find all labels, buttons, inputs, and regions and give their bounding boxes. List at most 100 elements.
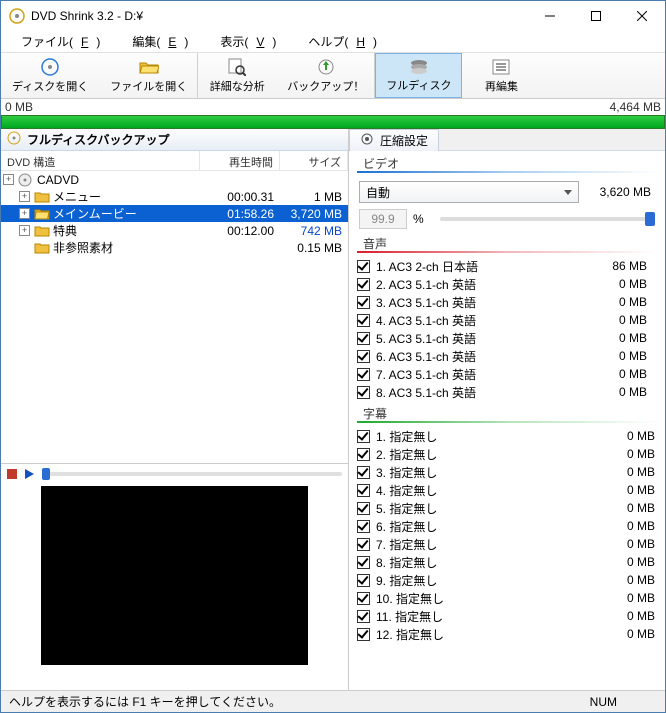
checkbox[interactable] (357, 610, 370, 623)
checkbox[interactable] (357, 502, 370, 515)
item-label: 2. 指定無し (376, 446, 595, 463)
list-item[interactable]: 2. 指定無し0 MB (357, 445, 665, 463)
expand-icon[interactable]: + (19, 191, 30, 202)
item-label: 4. 指定無し (376, 482, 595, 499)
expand-icon[interactable]: + (19, 208, 30, 219)
size-left: 0 MB (5, 100, 33, 114)
list-item[interactable]: 12. 指定無し0 MB (357, 625, 665, 643)
open-disc-button[interactable]: ディスクを開く (1, 53, 99, 98)
item-size: 0 MB (587, 367, 647, 381)
close-button[interactable] (619, 1, 665, 31)
toolbar: ディスクを開く ファイルを開く 詳細な分析 バックアップ！ フルディスク 再編集 (1, 53, 665, 99)
list-item[interactable]: 2. AC3 5.1-ch 英語0 MB (357, 275, 657, 293)
titlebar[interactable]: DVD Shrink 3.2 - D:¥ (1, 1, 665, 31)
dvd-tree[interactable]: +CADVD+メニュー00:00.311 MB+メインムービー01:58.263… (1, 171, 348, 463)
list-item[interactable]: 7. AC3 5.1-ch 英語0 MB (357, 365, 657, 383)
menu-view[interactable]: 表示(V) (204, 31, 292, 52)
play-button[interactable] (25, 469, 34, 479)
checkbox[interactable] (357, 368, 370, 381)
list-item[interactable]: 1. 指定無し0 MB (357, 427, 665, 445)
backup-button[interactable]: バックアップ！ (276, 53, 375, 98)
video-mode-combo[interactable]: 自動 (359, 181, 579, 203)
checkbox[interactable] (357, 386, 370, 399)
menu-help[interactable]: ヘルプ(H) (292, 31, 393, 52)
tree-row[interactable]: +メニュー00:00.311 MB (1, 188, 348, 205)
maximize-button[interactable] (573, 1, 619, 31)
checkbox[interactable] (357, 260, 370, 273)
item-size: 0 MB (595, 501, 655, 515)
list-item[interactable]: 4. 指定無し0 MB (357, 481, 665, 499)
item-size: 0 MB (595, 447, 655, 461)
col-duration[interactable]: 再生時間 (200, 151, 280, 170)
disc-icon (41, 58, 59, 76)
list-item[interactable]: 1. AC3 2-ch 日本語86 MB (357, 257, 657, 275)
checkbox[interactable] (357, 538, 370, 551)
tree-row[interactable]: +メインムービー01:58.263,720 MB (1, 205, 348, 222)
tab-label: 圧縮設定 (380, 132, 428, 149)
tree-row[interactable]: 非参照素材0.15 MB (1, 239, 348, 256)
checkbox[interactable] (357, 574, 370, 587)
expand-icon[interactable]: + (3, 174, 14, 185)
list-item[interactable]: 4. AC3 5.1-ch 英語0 MB (357, 311, 657, 329)
list-item[interactable]: 7. 指定無し0 MB (357, 535, 665, 553)
checkbox[interactable] (357, 466, 370, 479)
menu-file[interactable]: ファイル(F) (5, 31, 116, 52)
minimize-button[interactable] (527, 1, 573, 31)
item-label: 6. 指定無し (376, 518, 595, 535)
left-pane-title: フルディスクバックアップ (27, 131, 170, 148)
list-item[interactable]: 3. 指定無し0 MB (357, 463, 665, 481)
tree-duration: 00:00.31 (200, 190, 280, 204)
checkbox[interactable] (357, 556, 370, 569)
checkbox[interactable] (357, 296, 370, 309)
slider-handle[interactable] (42, 468, 50, 480)
list-item[interactable]: 8. AC3 5.1-ch 英語0 MB (357, 383, 657, 401)
list-item[interactable]: 10. 指定無し0 MB (357, 589, 665, 607)
checkbox[interactable] (357, 448, 370, 461)
item-size: 0 MB (595, 483, 655, 497)
list-item[interactable]: 11. 指定無し0 MB (357, 607, 665, 625)
checkbox[interactable] (357, 484, 370, 497)
col-structure[interactable]: DVD 構造 (1, 151, 200, 170)
status-message: ヘルプを表示するには F1 キーを押してください。 (9, 693, 281, 710)
video-size: 3,620 MB (600, 185, 655, 199)
checkbox[interactable] (357, 520, 370, 533)
tree-label: メニュー (53, 188, 101, 205)
item-label: 5. 指定無し (376, 500, 595, 517)
checkbox[interactable] (357, 350, 370, 363)
item-label: 10. 指定無し (376, 590, 595, 607)
slider-handle[interactable] (645, 212, 655, 226)
item-size: 0 MB (587, 277, 647, 291)
list-item[interactable]: 3. AC3 5.1-ch 英語0 MB (357, 293, 657, 311)
stop-button[interactable] (7, 469, 17, 479)
preview-slider[interactable] (42, 472, 342, 476)
analyze-button[interactable]: 詳細な分析 (198, 53, 276, 98)
reauthor-button[interactable]: 再編集 (462, 53, 540, 98)
open-file-button[interactable]: ファイルを開く (99, 53, 198, 98)
list-item[interactable]: 5. 指定無し0 MB (357, 499, 665, 517)
tree-row[interactable]: +特典00:12.00742 MB (1, 222, 348, 239)
status-numlock: NUM (590, 695, 617, 709)
item-size: 0 MB (595, 555, 655, 569)
col-size[interactable]: サイズ (280, 151, 348, 170)
gear-icon (360, 132, 374, 149)
subtitle-list: 1. 指定無し0 MB2. 指定無し0 MB3. 指定無し0 MB4. 指定無し… (357, 427, 665, 690)
list-item[interactable]: 6. 指定無し0 MB (357, 517, 665, 535)
list-item[interactable]: 9. 指定無し0 MB (357, 571, 665, 589)
checkbox[interactable] (357, 314, 370, 327)
checkbox[interactable] (357, 592, 370, 605)
preview-pane (1, 463, 348, 671)
checkbox[interactable] (357, 278, 370, 291)
list-item[interactable]: 8. 指定無し0 MB (357, 553, 665, 571)
tree-row[interactable]: +CADVD (1, 171, 348, 188)
menu-edit[interactable]: 編集(E) (116, 31, 204, 52)
full-disc-button[interactable]: フルディスク (375, 53, 462, 98)
list-item[interactable]: 5. AC3 5.1-ch 英語0 MB (357, 329, 657, 347)
checkbox[interactable] (357, 628, 370, 641)
section-audio: 音声 (357, 235, 657, 253)
expand-icon[interactable]: + (19, 225, 30, 236)
checkbox[interactable] (357, 332, 370, 345)
tab-compression[interactable]: 圧縮設定 (349, 129, 439, 151)
compression-slider[interactable] (440, 217, 655, 221)
checkbox[interactable] (357, 430, 370, 443)
list-item[interactable]: 6. AC3 5.1-ch 英語0 MB (357, 347, 657, 365)
